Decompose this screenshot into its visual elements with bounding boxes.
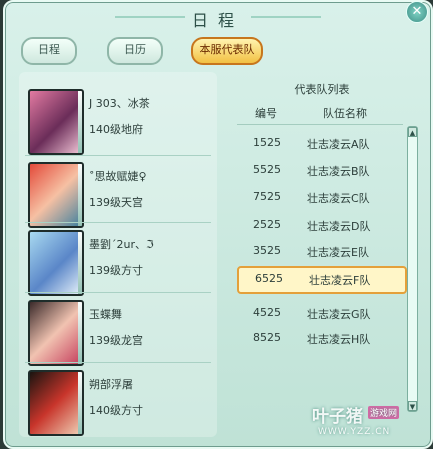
team-number: 6525 xyxy=(255,272,283,285)
player-level: 140级方寸 xyxy=(89,404,143,417)
player-card[interactable]: 墨劉´2ur、ℑ 139级方寸 xyxy=(25,226,215,298)
team-name: 壮志凌云F队 xyxy=(309,274,371,287)
player-name: 墨劉´2ur、ℑ xyxy=(89,238,154,251)
title-bar: 日程 xyxy=(5,4,431,32)
player-card[interactable]: 朔部浮屠 140级方寸 xyxy=(25,366,215,438)
player-level: 139级方寸 xyxy=(89,264,143,277)
team-number: 8525 xyxy=(253,331,281,344)
team-name: 壮志凌云G队 xyxy=(307,308,371,321)
team-name: 壮志凌云A队 xyxy=(307,138,370,151)
player-level: 139级龙宫 xyxy=(89,334,143,347)
team-row[interactable]: 1525 壮志凌云A队 xyxy=(237,132,403,156)
column-number: 编号 xyxy=(255,107,277,120)
player-name: 朔部浮屠 xyxy=(89,378,133,391)
team-number: 5525 xyxy=(253,163,281,176)
team-number: 3525 xyxy=(253,244,281,257)
divider xyxy=(25,155,211,156)
team-number: 1525 xyxy=(253,136,281,149)
team-list-title: 代表队列表 xyxy=(294,83,350,96)
team-number: 2525 xyxy=(253,218,281,231)
divider xyxy=(25,222,211,223)
team-name: 壮志凌云B队 xyxy=(307,165,370,178)
team-row[interactable]: 7525 壮志凌云C队 xyxy=(237,186,403,210)
team-name: 壮志凌云H队 xyxy=(307,333,371,346)
player-card[interactable]: ˚思故赋婕♀ 139级天宫 xyxy=(25,158,215,230)
player-name: 玉蝶舞 xyxy=(89,308,122,321)
close-button[interactable]: ✕ xyxy=(406,1,428,23)
player-avatar xyxy=(28,162,84,228)
player-avatar xyxy=(28,89,84,155)
team-name: 壮志凌云D队 xyxy=(307,220,371,233)
team-row[interactable]: 8525 壮志凌云H队 xyxy=(237,327,403,351)
player-avatar xyxy=(28,370,84,436)
window-title: 日程 xyxy=(191,11,244,30)
divider xyxy=(25,362,211,363)
watermark-url: WWW.YZZ.CN xyxy=(318,427,391,437)
watermark-badge: 游戏网 xyxy=(368,406,400,419)
team-row[interactable]: 5525 壮志凌云B队 xyxy=(237,159,403,183)
player-level: 139级天宫 xyxy=(89,196,143,209)
tab-schedule[interactable]: 日程 xyxy=(21,37,77,65)
team-name: 壮志凌云E队 xyxy=(307,246,369,259)
scroll-up-icon[interactable]: ▲ xyxy=(408,127,417,137)
player-card[interactable]: 玉蝶舞 139级龙宫 xyxy=(25,296,215,368)
column-team-name: 队伍名称 xyxy=(323,107,367,120)
player-avatar xyxy=(28,230,84,296)
player-name: ˚思故赋婕♀ xyxy=(89,170,147,183)
team-row-selected[interactable]: 6525 壮志凌云F队 xyxy=(237,266,407,294)
divider xyxy=(25,292,211,293)
team-name: 壮志凌云C队 xyxy=(307,192,370,205)
player-name: J 303、冰茶 xyxy=(89,97,150,110)
player-card[interactable]: J 303、冰茶 140级地府 xyxy=(25,85,215,157)
schedule-panel: 日程 ✕ 日程 日历 本服代表队 J 303、冰茶 140级地府 ˚思故赋婕♀ … xyxy=(3,0,433,449)
tab-server-representatives[interactable]: 本服代表队 xyxy=(191,37,263,65)
watermark-logo: 叶子猪 xyxy=(312,407,363,427)
team-number: 4525 xyxy=(253,306,281,319)
team-table-header: 编号 队伍名称 xyxy=(237,102,403,125)
team-number: 7525 xyxy=(253,190,281,203)
team-row[interactable]: 4525 壮志凌云G队 xyxy=(237,302,403,326)
player-avatar xyxy=(28,300,84,366)
tab-calendar[interactable]: 日历 xyxy=(107,37,163,65)
player-level: 140级地府 xyxy=(89,123,143,136)
team-list-scrollbar[interactable]: ▲ ▼ xyxy=(407,126,418,412)
site-watermark: 叶子猪 游戏网 WWW.YZZ.CN xyxy=(312,402,418,442)
team-row[interactable]: 2525 壮志凌云D队 xyxy=(237,214,403,238)
team-row[interactable]: 3525 壮志凌云E队 xyxy=(237,240,403,264)
close-icon: ✕ xyxy=(411,4,423,19)
